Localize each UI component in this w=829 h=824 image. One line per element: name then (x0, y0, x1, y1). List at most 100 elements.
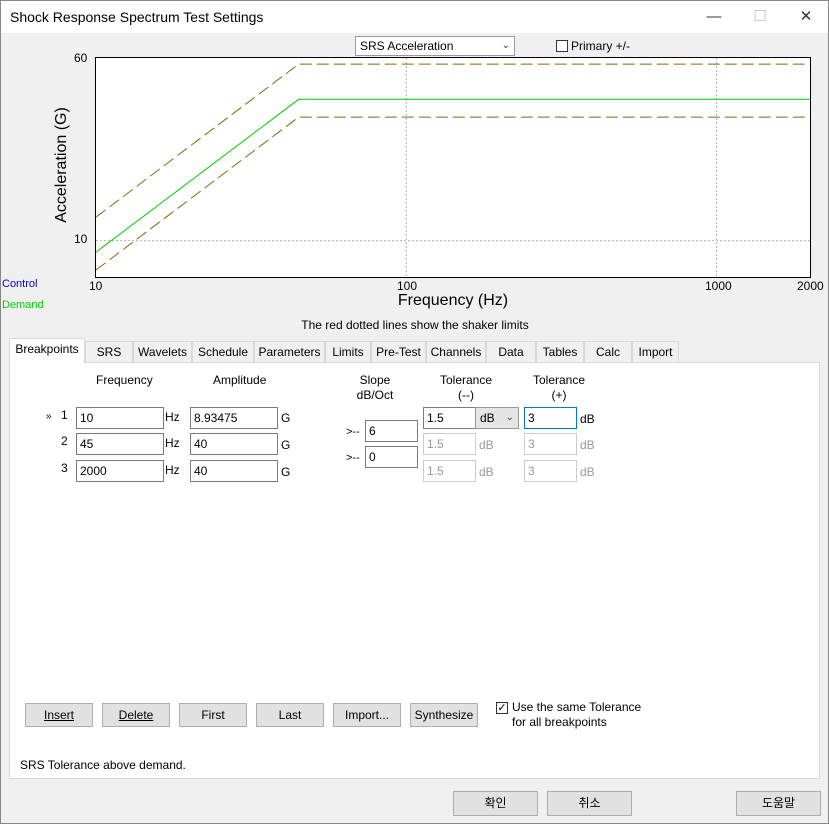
import-button[interactable]: Import... (333, 703, 401, 727)
db-unit: dB (580, 438, 595, 452)
same-tolerance-label-line1: Use the same Tolerance (512, 700, 642, 714)
tol-minus-header: Tolerance (--) (425, 373, 507, 402)
window-title: Shock Response Spectrum Test Settings (10, 9, 264, 25)
tab-data[interactable]: Data (486, 341, 536, 362)
g-unit: G (281, 465, 291, 479)
x-tick-label: 2000 (797, 279, 824, 293)
tab-limits[interactable]: Limits (325, 341, 371, 362)
x-axis-label: Frequency (Hz) (397, 292, 509, 309)
series-demand (96, 98, 810, 253)
primary-checkbox[interactable] (556, 40, 568, 52)
y-axis-label: Acceleration (G) (53, 107, 70, 223)
legend-demand: Demand (2, 299, 44, 311)
hz-unit: Hz (165, 410, 180, 424)
tab-parameters[interactable]: Parameters (254, 341, 325, 362)
tab-calc[interactable]: Calc (584, 341, 632, 362)
row-index: 2 (61, 434, 68, 448)
chevron-down-icon: ⌄ (501, 40, 510, 51)
first-button[interactable]: First (179, 703, 247, 727)
x-tick-label: 1000 (705, 279, 732, 293)
slope-input[interactable]: 6 (365, 420, 418, 442)
y-tick-label: 10 (74, 232, 88, 246)
tol-plus-header-line2: (+) (551, 388, 567, 402)
tol-plus-input[interactable]: 3 (524, 460, 577, 482)
frequency-input[interactable]: 2000 (76, 460, 164, 482)
status-text: SRS Tolerance above demand. (20, 758, 186, 772)
slope-arrow: >-- (346, 452, 360, 464)
amplitude-input[interactable]: 40 (190, 433, 278, 455)
tab-schedule[interactable]: Schedule (192, 341, 254, 362)
row-index: 1 (61, 408, 68, 422)
tol-plus-header-line1: Tolerance (532, 373, 586, 387)
close-button[interactable]: ✕ (783, 1, 829, 33)
last-button[interactable]: Last (256, 703, 324, 727)
chevron-down-icon: ⌄ (505, 412, 514, 423)
db-unit: dB (479, 438, 494, 452)
title-bar: Shock Response Spectrum Test Settings — … (1, 1, 828, 33)
slope-header: Slope dB/Oct (341, 373, 409, 402)
dialog-window: Shock Response Spectrum Test Settings — … (0, 0, 829, 824)
tol-plus-input[interactable]: 3 (524, 407, 577, 429)
db-unit: dB (479, 465, 494, 479)
frequency-header: Frequency (96, 373, 153, 387)
series-upper-tolerance (96, 63, 810, 218)
amplitude-header: Amplitude (213, 373, 267, 387)
insert-button-label: Insert (43, 708, 74, 722)
cancel-button[interactable]: 취소 (547, 791, 632, 816)
checkmark-icon: ✓ (497, 702, 507, 714)
tol-unit-value: dB (480, 411, 495, 425)
tol-minus-header-line1: Tolerance (439, 373, 493, 387)
tol-plus-header: Tolerance (+) (521, 373, 597, 402)
frequency-input[interactable]: 10 (76, 407, 164, 429)
db-unit: dB (580, 412, 595, 426)
tab-wavelets[interactable]: Wavelets (133, 341, 192, 362)
chart-plot-area (96, 58, 810, 277)
srs-chart (95, 57, 811, 278)
row-index: 3 (61, 461, 68, 475)
tab-channels[interactable]: Channels (426, 341, 486, 362)
legend-control: Control (2, 278, 38, 290)
insert-button[interactable]: Insert (25, 703, 93, 727)
g-unit: G (281, 438, 291, 452)
tol-minus-header-line2: (--) (458, 388, 474, 402)
tab-tables[interactable]: Tables (536, 341, 584, 362)
tab-pre-test[interactable]: Pre-Test (371, 341, 426, 362)
view-select[interactable]: SRS Acceleration ⌄ (355, 36, 515, 56)
current-row-marker: » (46, 411, 52, 422)
delete-button[interactable]: Delete (102, 703, 170, 727)
slope-header-line1: Slope (359, 373, 391, 387)
tol-unit-select[interactable]: dB ⌄ (475, 407, 519, 429)
same-tolerance-checkbox[interactable]: ✓ (496, 702, 508, 714)
series-lower-tolerance (96, 116, 810, 271)
frequency-input[interactable]: 45 (76, 433, 164, 455)
tol-plus-input[interactable]: 3 (524, 433, 577, 455)
view-select-value: SRS Acceleration (360, 39, 454, 53)
tab-import[interactable]: Import (632, 341, 679, 362)
slope-arrow: >-- (346, 426, 360, 438)
minimize-button[interactable]: — (691, 1, 737, 33)
db-unit: dB (580, 465, 595, 479)
slope-header-line2: dB/Oct (356, 388, 394, 402)
hz-unit: Hz (165, 436, 180, 450)
tol-minus-input[interactable]: 1.5 (423, 460, 476, 482)
x-tick-label: 100 (397, 279, 418, 293)
tab-breakpoints[interactable]: Breakpoints (9, 338, 85, 363)
g-unit: G (281, 411, 291, 425)
amplitude-input[interactable]: 40 (190, 460, 278, 482)
shaker-limit-note: The red dotted lines show the shaker lim… (301, 318, 529, 332)
help-button[interactable]: 도움말 (736, 791, 821, 816)
delete-button-label: Delete (118, 708, 154, 722)
tol-minus-input[interactable]: 1.5 (423, 433, 476, 455)
y-tick-label: 60 (74, 51, 88, 65)
ok-button[interactable]: 확인 (453, 791, 538, 816)
slope-input[interactable]: 0 (365, 446, 418, 468)
primary-label: Primary +/- (571, 39, 631, 53)
tol-minus-input[interactable]: 1.5 (423, 407, 476, 429)
x-tick-label: 10 (89, 279, 103, 293)
tab-srs[interactable]: SRS (85, 341, 133, 362)
maximize-button[interactable]: ☐ (737, 1, 783, 33)
same-tolerance-label-line2: for all breakpoints (512, 715, 607, 729)
synthesize-button[interactable]: Synthesize (410, 703, 478, 727)
same-tolerance-label: Use the same Tolerance for all breakpoin… (512, 700, 641, 730)
amplitude-input[interactable]: 8.93475 (190, 407, 278, 429)
